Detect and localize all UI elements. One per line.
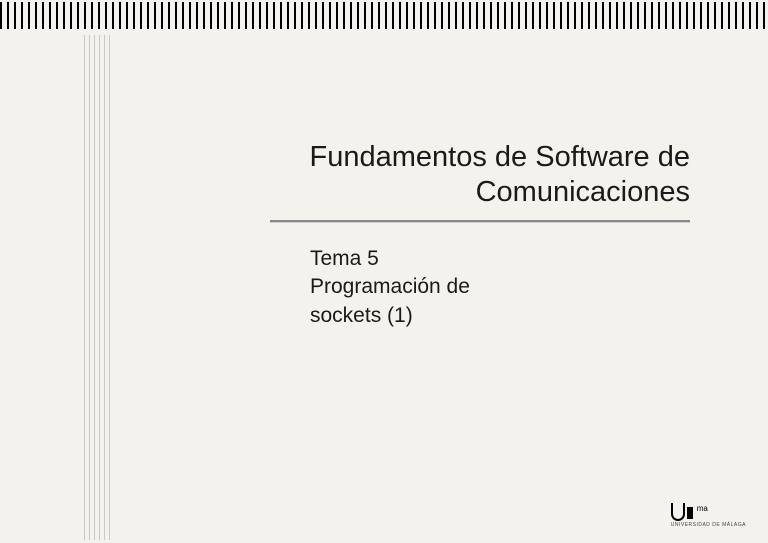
left-decoration-stripe	[84, 35, 111, 540]
university-logo: ma UNIVERSIDAD DE MÁLAGA	[671, 503, 746, 528]
logo-suffix: ma	[697, 504, 708, 513]
logo-mark: ma	[671, 503, 708, 521]
title-line-1: Fundamentos de Software de	[310, 141, 690, 173]
logo-subtext: UNIVERSIDAD DE MÁLAGA	[671, 522, 746, 528]
logo-u-shape	[671, 503, 685, 521]
slide-title: Fundamentos de Software de Comunicacione…	[215, 140, 690, 210]
title-line-2: Comunicaciones	[476, 176, 690, 208]
title-block: Fundamentos de Software de Comunicacione…	[215, 140, 690, 222]
title-underline	[270, 220, 690, 222]
topic-number: Tema 5	[310, 245, 610, 273]
topic-text: Programación de sockets (1)	[310, 273, 610, 330]
topic-line-1: Programación de	[310, 275, 470, 298]
logo-bar-shape	[687, 507, 693, 519]
body-block: Tema 5 Programación de sockets (1)	[310, 245, 610, 330]
topic-line-2: sockets (1)	[310, 304, 413, 327]
top-decoration-stripe	[0, 2, 768, 29]
